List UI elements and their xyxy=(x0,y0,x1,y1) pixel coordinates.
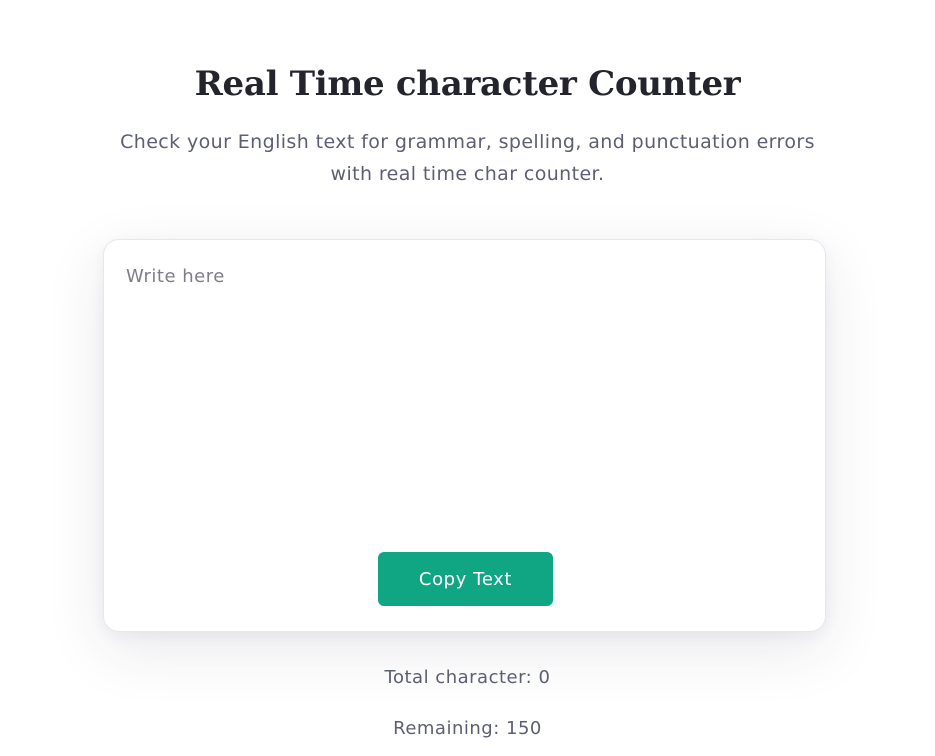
total-character-count: Total character: 0 xyxy=(0,666,935,690)
text-input[interactable] xyxy=(126,264,802,544)
page-subtitle: Check your English text for grammar, spe… xyxy=(120,131,815,185)
editor-card: Copy Text xyxy=(103,239,826,632)
remaining-value: 150 xyxy=(506,718,542,739)
total-character-value: 0 xyxy=(538,667,551,688)
remaining-label: Remaining: xyxy=(393,718,500,739)
copy-text-button[interactable]: Copy Text xyxy=(378,552,553,606)
page-title: Real Time character Counter xyxy=(194,64,741,104)
remaining-count: Remaining: 150 xyxy=(0,717,935,741)
page: Real Time character Counter Check your E… xyxy=(0,0,935,756)
total-character-label: Total character: xyxy=(384,667,533,688)
